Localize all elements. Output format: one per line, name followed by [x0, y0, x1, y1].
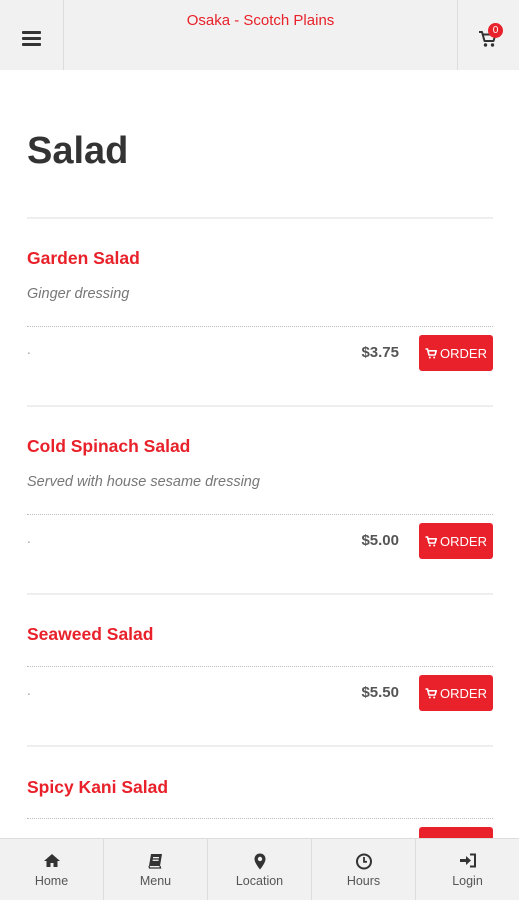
order-button-label: ORDER: [440, 685, 487, 701]
divider: [27, 745, 493, 747]
nav-login[interactable]: Login: [415, 839, 519, 900]
cart-icon: [425, 535, 438, 546]
nav-hours[interactable]: Hours: [311, 839, 415, 900]
menu-item-note: .: [27, 532, 31, 546]
cart-button[interactable]: 0: [457, 0, 519, 70]
nav-home-label: Home: [34, 874, 69, 888]
order-button-label: ORDER: [440, 533, 487, 549]
cart-icon: [425, 347, 438, 358]
map-marker-icon: [254, 853, 265, 870]
dotted-divider: [27, 818, 493, 819]
nav-home[interactable]: Home: [0, 839, 103, 900]
dotted-divider: [27, 514, 493, 515]
order-button[interactable]: ORDER: [419, 523, 493, 559]
order-button-label: ORDER: [440, 345, 487, 361]
dotted-divider: [27, 666, 493, 667]
app-title: Osaka - Scotch Plains: [186, 12, 335, 29]
nav-hours-label: Hours: [346, 874, 381, 888]
menu-button[interactable]: [0, 0, 64, 70]
menu-item-name: Spicy Kani Salad: [27, 777, 169, 797]
nav-location[interactable]: Location: [207, 839, 311, 900]
nav-menu[interactable]: Menu: [103, 839, 207, 900]
nav-location-label: Location: [235, 874, 284, 888]
order-button[interactable]: ORDER: [419, 335, 493, 371]
sign-in-icon: [459, 853, 476, 868]
book-icon: [147, 854, 162, 869]
menu-item-price: $5.50: [361, 684, 399, 701]
menu-item-price: $3.75: [361, 344, 399, 361]
menu-item-description: Served with house sesame dressing: [27, 474, 260, 490]
clock-icon: [355, 853, 372, 870]
menu-item-description: Ginger dressing: [27, 286, 130, 302]
order-button[interactable]: ORDER: [419, 675, 493, 711]
dotted-divider: [27, 326, 493, 327]
nav-menu-label: Menu: [139, 874, 172, 888]
menu-item-name: Cold Spinach Salad: [27, 436, 191, 456]
menu-item-name: Garden Salad: [27, 248, 140, 268]
menu-item-note: .: [27, 343, 31, 357]
cart-icon: [425, 687, 438, 698]
divider: [27, 217, 493, 219]
cart-count-badge: 0: [488, 23, 503, 38]
divider: [27, 593, 493, 595]
menu-item-note: .: [27, 684, 31, 698]
page-title: Salad: [27, 130, 129, 172]
home-icon: [43, 854, 60, 867]
divider: [27, 405, 493, 407]
menu-item-price: $5.00: [361, 532, 399, 549]
nav-login-label: Login: [452, 874, 483, 888]
top-bar: Osaka - Scotch Plains 0: [0, 0, 519, 70]
bottom-nav: Home Menu Location Hours Login: [0, 838, 519, 900]
menu-item-name: Seaweed Salad: [27, 624, 154, 644]
